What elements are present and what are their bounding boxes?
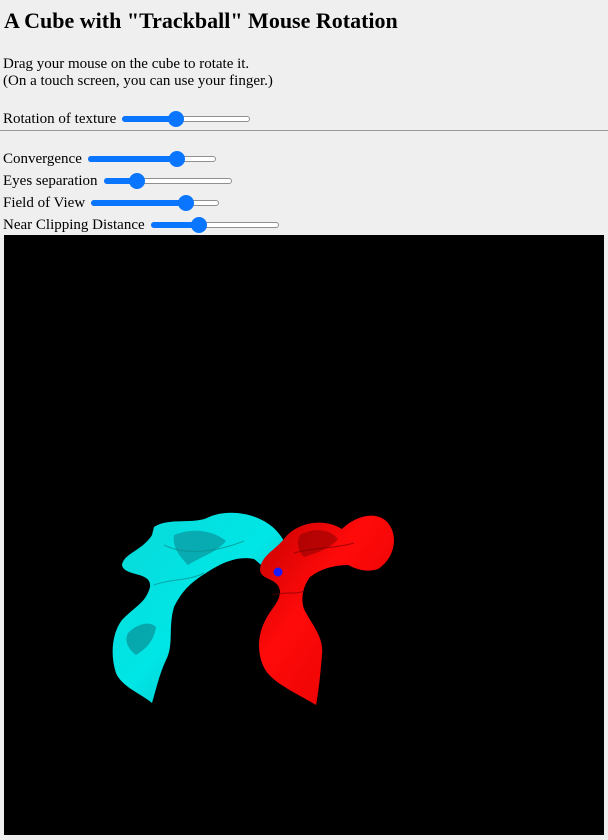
slider-thumb[interactable]: [128, 173, 145, 189]
field-of-view-label: Field of View: [3, 194, 86, 211]
divider: [0, 130, 608, 131]
stereo-render-canvas[interactable]: [4, 235, 604, 835]
field-of-view-control: Field of View: [3, 192, 220, 214]
slider-fill: [87, 156, 178, 162]
convergence-slider[interactable]: [87, 151, 216, 167]
eyes-separation-label: Eyes separation: [3, 172, 98, 189]
rotation-of-texture-label: Rotation of texture: [3, 110, 117, 127]
field-of-view-slider[interactable]: [91, 195, 220, 211]
near-clipping-distance-label: Near Clipping Distance: [3, 216, 145, 233]
eyes-separation-slider[interactable]: [103, 173, 232, 189]
convergence-label: Convergence: [3, 150, 82, 167]
center-marker: [273, 567, 283, 577]
eyes-separation-control: Eyes separation: [3, 170, 232, 192]
slider-thumb[interactable]: [191, 217, 208, 233]
rotation-of-texture-slider[interactable]: [122, 111, 251, 127]
near-clipping-distance-control: Near Clipping Distance: [3, 214, 279, 236]
slider-fill: [91, 200, 186, 206]
left-eye-shape: [112, 512, 288, 703]
convergence-control: Convergence: [3, 148, 216, 170]
instructions-line-1: Drag your mouse on the cube to rotate it…: [3, 56, 250, 72]
page-title: A Cube with "Trackball" Mouse Rotation: [4, 8, 398, 33]
instructions-line-2: (On a touch screen, you can use your fin…: [3, 73, 273, 89]
slider-thumb[interactable]: [177, 195, 194, 211]
rotation-of-texture-control: Rotation of texture: [3, 108, 251, 130]
near-clipping-distance-slider[interactable]: [150, 217, 279, 233]
slider-thumb[interactable]: [169, 151, 186, 167]
stereo-scene: [112, 512, 394, 705]
slider-thumb[interactable]: [168, 111, 185, 127]
